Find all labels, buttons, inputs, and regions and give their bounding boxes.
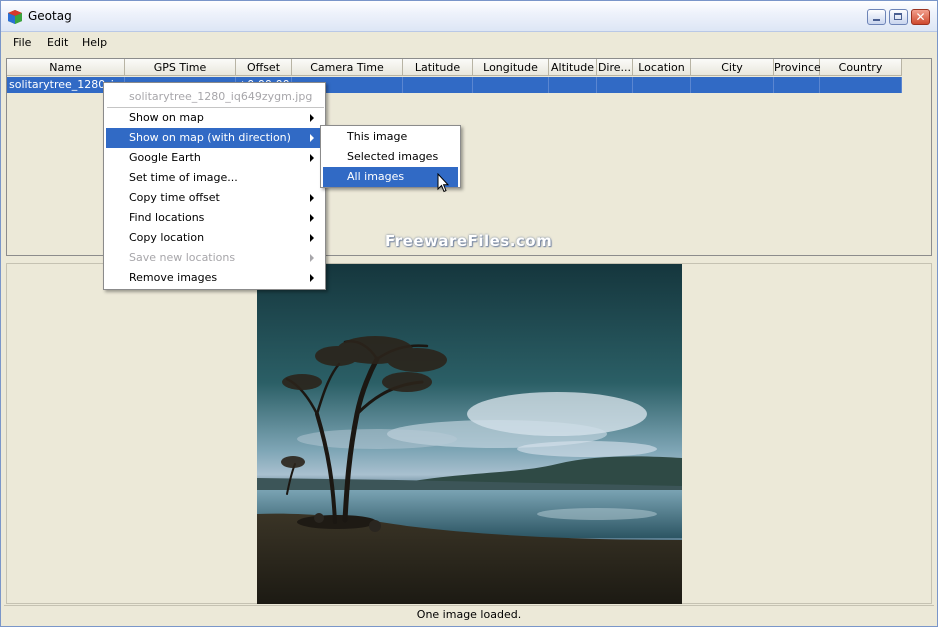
column-header-direction[interactable]: Dire...	[597, 59, 633, 76]
cell-latitude	[403, 77, 473, 93]
column-header-name[interactable]: Name	[7, 59, 125, 76]
submenu-arrow-icon	[310, 214, 314, 222]
menu-item-label: Show on map (with direction)	[129, 131, 291, 144]
cell-altitude	[549, 77, 597, 93]
cell-longitude	[473, 77, 549, 93]
geotag-app-icon	[8, 10, 22, 24]
submenu-item-selected-images[interactable]: Selected images	[323, 147, 458, 167]
column-header-province[interactable]: Province	[774, 59, 821, 76]
column-header-offset[interactable]: Offset	[236, 59, 292, 76]
close-button[interactable]: ✕	[911, 9, 930, 25]
menu-item-google-earth[interactable]: Google Earth	[106, 148, 323, 168]
column-header-longitude[interactable]: Longitude	[473, 59, 549, 76]
cell-country	[820, 77, 902, 93]
cell-city	[691, 77, 774, 93]
status-text: One image loaded.	[416, 608, 522, 621]
menu-item-label: Selected images	[347, 150, 439, 163]
menu-item-find-locations[interactable]: Find locations	[106, 208, 323, 228]
column-header-location[interactable]: Location	[633, 59, 691, 76]
submenu-arrow-icon	[310, 274, 314, 282]
submenu-arrow-icon	[310, 134, 314, 142]
column-header-camera-time[interactable]: Camera Time	[292, 59, 403, 76]
submenu-arrow-icon	[310, 194, 314, 202]
cell-direction	[597, 77, 633, 93]
menu-item-save-new-locations: Save new locations	[106, 248, 323, 268]
menu-item-set-time-of-image[interactable]: Set time of image...	[106, 168, 323, 188]
close-icon: ✕	[915, 10, 926, 24]
status-bar: One image loaded.	[4, 605, 934, 625]
column-header-gps-time[interactable]: GPS Time	[125, 59, 236, 76]
menu-item-show-on-map[interactable]: Show on map	[106, 108, 323, 128]
menu-item-label: Find locations	[129, 211, 205, 224]
menu-item-copy-time-offset[interactable]: Copy time offset	[106, 188, 323, 208]
menu-item-label: This image	[347, 130, 408, 143]
context-menu-header: solitarytree_1280_iq649zygm.jpg	[129, 90, 313, 103]
mouse-pointer-icon	[437, 173, 449, 193]
cell-location	[633, 77, 691, 93]
submenu-arrow-icon	[310, 254, 314, 262]
menu-file[interactable]: File	[13, 36, 31, 49]
menu-item-show-on-map-with-direction[interactable]: Show on map (with direction)	[106, 128, 323, 148]
menu-item-label: Remove images	[129, 271, 218, 284]
title-bar[interactable]: Geotag ✕	[1, 1, 937, 32]
menu-item-copy-location[interactable]: Copy location	[106, 228, 323, 248]
menu-item-label: Set time of image...	[129, 171, 238, 184]
menu-item-label: All images	[347, 170, 405, 183]
column-header-latitude[interactable]: Latitude	[403, 59, 473, 76]
submenu-arrow-icon	[310, 234, 314, 242]
maximize-button[interactable]	[889, 9, 908, 25]
menu-item-label: Copy time offset	[129, 191, 220, 204]
window-title: Geotag	[28, 9, 72, 23]
menu-edit[interactable]: Edit	[47, 36, 68, 49]
maximize-icon	[894, 13, 902, 20]
minimize-button[interactable]	[867, 9, 886, 25]
menu-bar: File Edit Help	[1, 32, 937, 53]
column-header-city[interactable]: City	[691, 59, 774, 76]
menu-item-label: Copy location	[129, 231, 205, 244]
context-menu: solitarytree_1280_iq649zygm.jpg Show on …	[103, 82, 326, 290]
menu-item-label: Google Earth	[129, 151, 201, 164]
submenu-item-this-image[interactable]: This image	[323, 127, 458, 147]
submenu-arrow-icon	[310, 114, 314, 122]
minimize-icon	[873, 19, 880, 21]
cell-province	[774, 77, 820, 93]
menu-item-remove-images[interactable]: Remove images	[106, 268, 323, 288]
photo-preview	[257, 264, 682, 604]
column-header-altitude[interactable]: Altitude	[549, 59, 597, 76]
menu-item-label: Show on map	[129, 111, 204, 124]
column-header-country[interactable]: Country	[820, 59, 902, 76]
menu-item-label: Save new locations	[129, 251, 236, 264]
menu-help[interactable]: Help	[82, 36, 107, 49]
watermark-text: FreewareFiles.com	[385, 232, 553, 250]
submenu-arrow-icon	[310, 154, 314, 162]
